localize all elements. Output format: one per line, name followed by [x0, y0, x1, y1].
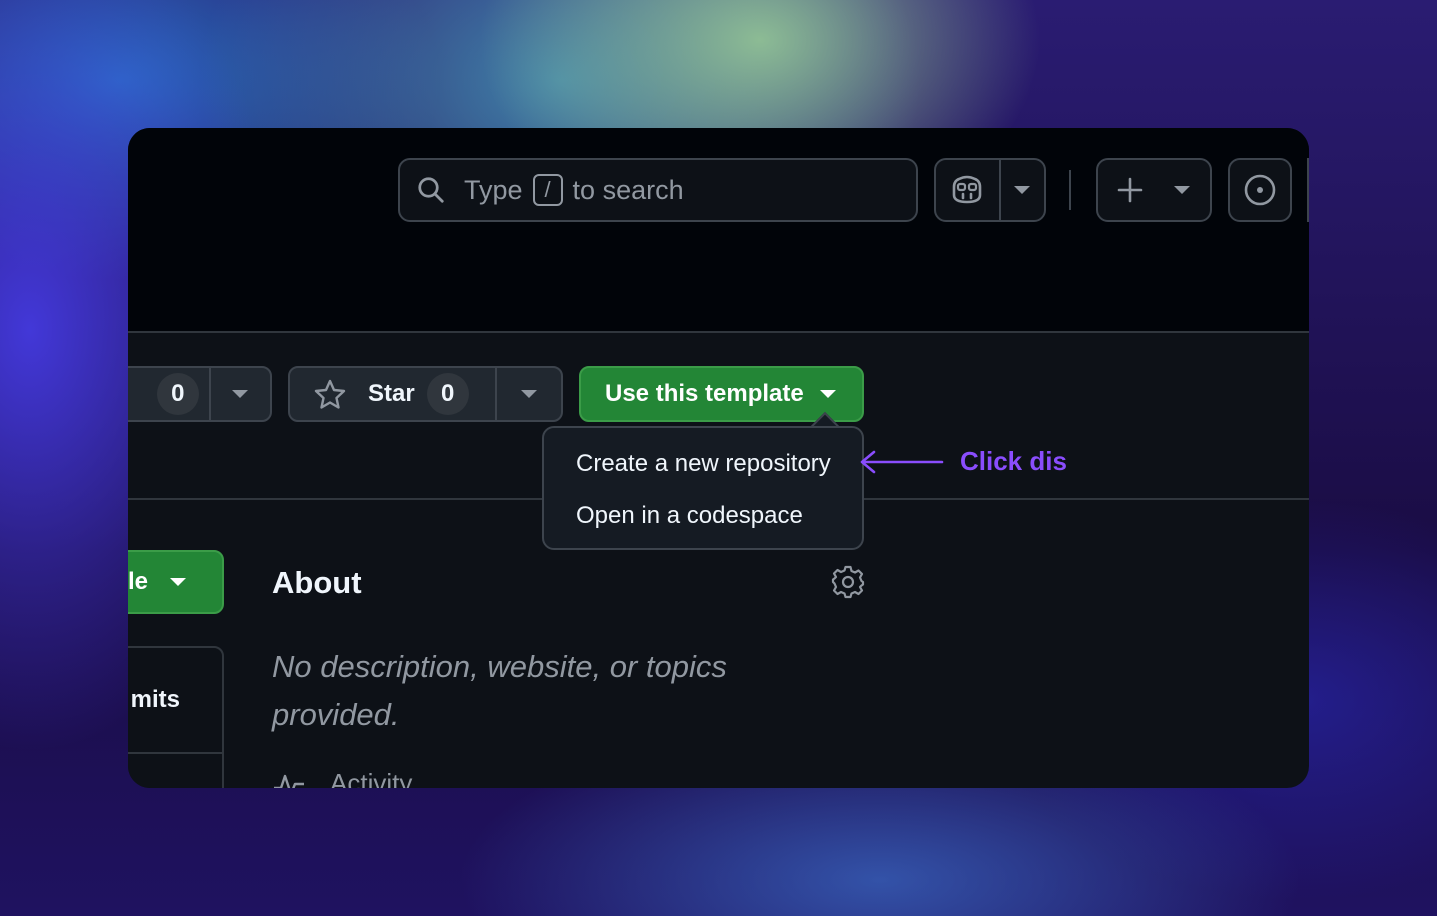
watch-button[interactable]: 0: [128, 368, 209, 420]
search-label-before: Type: [464, 174, 523, 205]
watch-dropdown-button[interactable]: [208, 368, 270, 420]
chevron-down-icon: [1174, 186, 1190, 194]
copilot-button-group: [934, 158, 1046, 222]
use-template-label: Use this template: [605, 380, 804, 407]
annotation-callout: Click dis: [858, 446, 1067, 477]
annotation-label: Click dis: [960, 446, 1067, 476]
about-description: No description, website, or topics provi…: [272, 649, 727, 732]
search-label-after: to search: [572, 174, 684, 205]
commits-row[interactable]: mits: [128, 648, 222, 754]
header-divider: [1069, 170, 1071, 210]
pulse-icon: [274, 774, 304, 788]
copilot-button[interactable]: [936, 160, 999, 220]
watch-button-group: 0: [128, 366, 272, 422]
watch-count: 0: [156, 373, 199, 415]
menu-item-open-codespace[interactable]: Open in a codespace: [544, 498, 862, 550]
copilot-dropdown-button[interactable]: [998, 160, 1044, 220]
star-button[interactable]: Star 0: [290, 368, 495, 420]
chevron-down-icon: [521, 390, 538, 398]
star-label: Star: [368, 380, 415, 407]
arrow-left-icon: [860, 450, 944, 473]
chevron-down-icon: [1014, 186, 1031, 194]
search-icon: [418, 177, 444, 203]
code-button[interactable]: le: [128, 550, 224, 614]
chevron-down-icon: [819, 390, 836, 398]
create-new-caret: [1162, 160, 1202, 220]
plus-icon-wrap: [1098, 160, 1162, 220]
code-button-label: le: [128, 568, 149, 595]
commits-label: mits: [130, 686, 180, 713]
chevron-down-icon: [170, 578, 187, 586]
gear-icon[interactable]: [831, 565, 865, 599]
commits-box: mits: [128, 646, 224, 788]
issue-circle-icon: [1244, 174, 1276, 206]
create-new-button[interactable]: [1096, 158, 1212, 222]
about-title: About: [272, 565, 362, 600]
search-input[interactable]: Type / to search: [398, 158, 918, 222]
star-dropdown-button[interactable]: [495, 368, 561, 420]
star-count: 0: [426, 373, 469, 415]
activity-label: Activity: [330, 768, 413, 788]
search-shortcut-key: /: [532, 174, 563, 206]
chevron-down-icon: [232, 390, 249, 398]
template-dropdown-menu: Create a new repository Open in a codesp…: [542, 426, 864, 550]
activity-link[interactable]: Activity: [272, 768, 412, 788]
menu-item-create-repository[interactable]: Create a new repository: [544, 446, 862, 498]
star-icon: [314, 379, 346, 409]
header-overflow-edge: [1307, 158, 1309, 222]
plus-icon: [1117, 177, 1143, 203]
star-button-group: Star 0: [288, 366, 563, 422]
copilot-icon: [953, 175, 982, 204]
use-template-button[interactable]: Use this template: [579, 366, 864, 422]
issues-button[interactable]: [1228, 158, 1292, 222]
github-window: Type / to search 0 Star 0 Use this templ…: [128, 128, 1309, 788]
top-header: Type / to search: [128, 128, 1309, 333]
